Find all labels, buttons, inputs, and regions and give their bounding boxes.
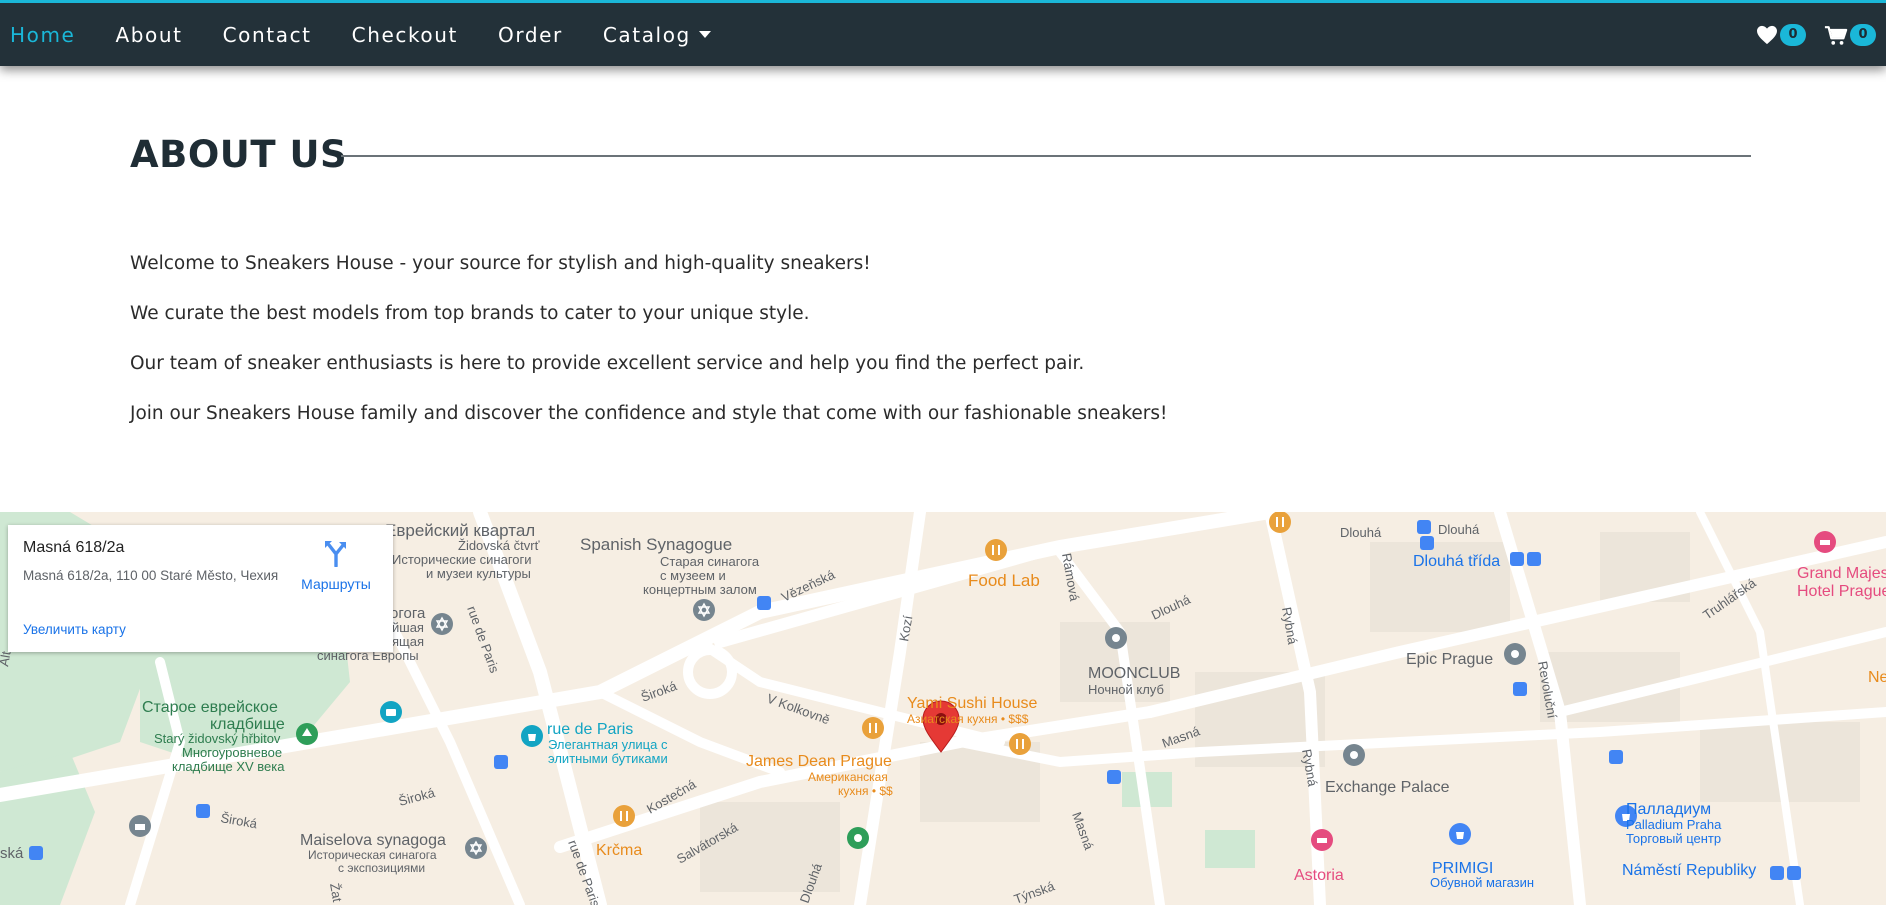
heart-icon — [1757, 25, 1777, 45]
nav-contact[interactable]: Contact — [223, 23, 312, 47]
place-pin-icon — [1343, 744, 1365, 766]
map-label: ящая — [392, 634, 424, 649]
wishlist-button[interactable]: 0 — [1756, 24, 1806, 46]
nav-about[interactable]: About — [115, 23, 182, 47]
map-label: Обувной магазин — [1430, 875, 1534, 890]
map-label: MOONCLUB — [1088, 665, 1180, 682]
synagogue-pin-icon — [465, 837, 487, 859]
map-label: Многоуровневое — [182, 745, 282, 760]
place-pin-icon — [1504, 643, 1526, 665]
camera-pin-icon — [380, 701, 402, 723]
map-label: Исторические синагоги — [392, 552, 532, 567]
map-label: Exchange Palace — [1325, 779, 1450, 796]
map-label: йшая — [392, 620, 424, 635]
wishlist-count-badge: 0 — [1780, 24, 1806, 46]
nav-catalog-dropdown[interactable]: Catalog — [603, 23, 711, 47]
map-label: Food Lab — [968, 571, 1040, 590]
map-label: Палладиум — [1626, 801, 1711, 818]
map-info-card: Masná 618/2a Masná 618/2a, 110 00 Staré … — [8, 525, 393, 652]
park-pin-icon — [847, 827, 869, 849]
cart-icon — [1824, 25, 1848, 45]
map-label: Židovská čtvrť — [458, 538, 540, 553]
map-label: с музеем и — [660, 568, 726, 583]
map-label: Spanish Synagogue — [580, 535, 732, 554]
nav-order[interactable]: Order — [498, 23, 563, 47]
map-label: Старое еврейское — [142, 699, 278, 716]
cart-count-badge: 0 — [1850, 24, 1876, 46]
map-label: Торговый центр — [1626, 831, 1721, 846]
map-label: Astoria — [1294, 867, 1344, 884]
map-label: Историческая синагога — [308, 848, 437, 862]
restaurant-pin-icon — [1269, 512, 1291, 533]
shopping-pin-icon — [521, 725, 543, 747]
synagogue-pin-icon — [693, 599, 715, 621]
place-pin-icon — [1105, 627, 1127, 649]
nav-menu: Home About Contact Checkout Order Catalo… — [10, 23, 751, 47]
map-label: Maiselova synagoga — [300, 832, 446, 849]
map-label: rue de Paris — [547, 721, 633, 738]
restaurant-pin-icon — [613, 805, 635, 827]
map-label: Epic Prague — [1406, 651, 1493, 668]
map-label: Старая синагога — [660, 554, 760, 569]
synagogue-pin-icon — [431, 613, 453, 635]
map-place-address: Masná 618/2a, 110 00 Staré Město, Чехия — [23, 568, 279, 583]
about-paragraph-2: We curate the best models from top brand… — [130, 303, 810, 324]
map-label: и музеи культуры — [426, 566, 531, 581]
map-label: концертным залом — [643, 582, 757, 597]
map-label: Starý židovský hřbitov — [154, 731, 281, 746]
nav-home[interactable]: Home — [10, 23, 75, 47]
hotel-pin-icon — [1814, 531, 1836, 553]
street-label: Dlouhá — [1438, 522, 1480, 537]
map-label: Азиатская кухня • $$$ — [907, 712, 1029, 726]
map-label: Krčma — [596, 842, 642, 859]
restaurant-pin-icon — [985, 539, 1007, 561]
street-label: Dlouhá — [1340, 525, 1382, 540]
map-label: Ночной клуб — [1088, 682, 1164, 697]
tree-pin-icon — [296, 723, 318, 745]
enlarge-map-link[interactable]: Увеличить карту — [23, 622, 126, 637]
about-paragraph-3: Our team of sneaker enthusiasts is here … — [130, 353, 1085, 374]
map-label: Yami Sushi House — [907, 695, 1038, 712]
map-label: Элегантная улица с — [548, 737, 668, 752]
top-navbar: Home About Contact Checkout Order Catalo… — [0, 0, 1886, 66]
nav-right-icons: 0 0 — [1738, 24, 1876, 46]
shop-pin-icon — [1449, 823, 1471, 845]
nav-checkout[interactable]: Checkout — [352, 23, 458, 47]
title-divider — [341, 155, 1751, 157]
map-label: Dlouhá třída — [1413, 553, 1500, 570]
map-label: элитными бутиками — [548, 751, 668, 766]
map-label: Американская — [808, 770, 888, 784]
map-label: кладбище XV века — [172, 759, 285, 774]
map-label: Grand Majestic — [1797, 565, 1886, 582]
restaurant-pin-icon — [862, 717, 884, 739]
directions-label: Маршруты — [301, 576, 371, 592]
map-place-title: Masná 618/2a — [23, 539, 125, 556]
cart-button[interactable]: 0 — [1824, 24, 1876, 46]
directions-button[interactable]: Маршруты — [292, 539, 380, 592]
restaurant-pin-icon — [1009, 733, 1031, 755]
hotel-pin-icon — [1311, 829, 1333, 851]
caret-down-icon — [698, 31, 711, 38]
about-paragraph-4: Join our Sneakers House family and disco… — [130, 403, 1168, 424]
map-label: James Dean Prague — [746, 753, 892, 770]
map-label: кухня • $$ — [838, 784, 893, 798]
map-label: Ne — [1868, 669, 1886, 686]
about-paragraph-1: Welcome to Sneakers House - your source … — [130, 253, 871, 274]
map-label: ská — [0, 845, 24, 862]
map-label: с экспозициями — [338, 861, 425, 875]
museum-pin-icon — [129, 815, 151, 837]
page-title: ABOUT US — [130, 133, 348, 176]
directions-icon — [325, 541, 346, 568]
map-label: Hotel Prague — [1797, 583, 1886, 600]
map-label: Palladium Praha — [1626, 817, 1722, 832]
nav-catalog-label: Catalog — [602, 23, 691, 47]
map-label: Náměstí Republiky — [1622, 862, 1756, 879]
